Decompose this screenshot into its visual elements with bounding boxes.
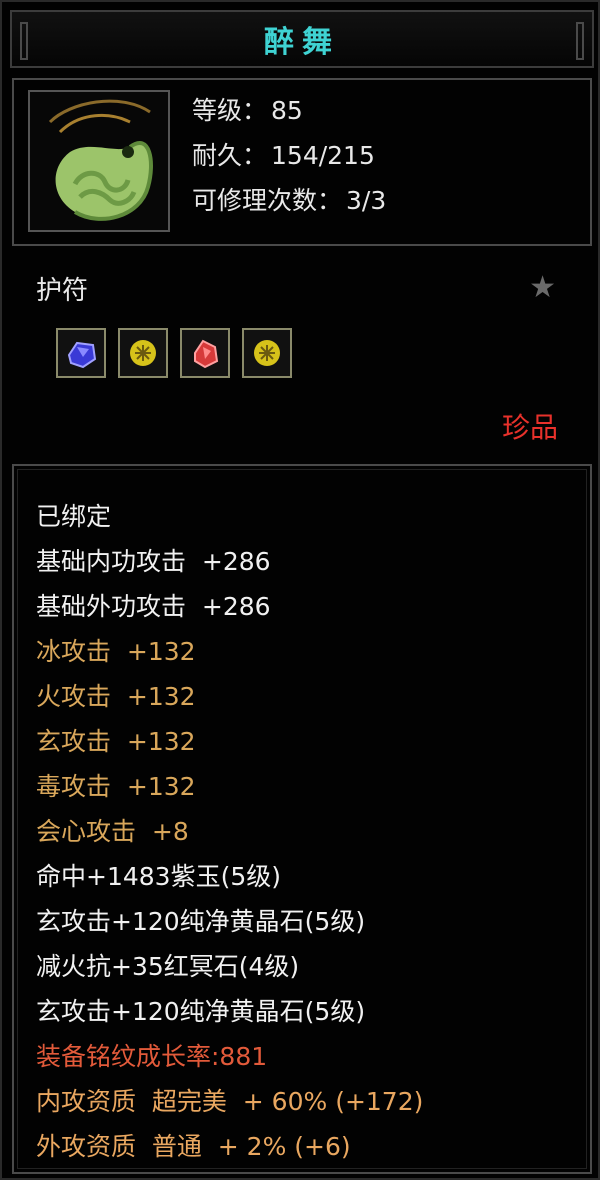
- yellow-gem-icon[interactable]: [118, 328, 168, 378]
- attribute-line: 内攻资质 超完美 + 60% (+172): [36, 1087, 424, 1116]
- item-name: 醉舞: [264, 25, 340, 60]
- attribute-line: 减火抗+35红冥石(4级): [36, 952, 300, 981]
- attribute-line: 冰攻击 +132: [36, 637, 196, 666]
- red-gem-icon[interactable]: [180, 328, 230, 378]
- title-bar: 醉舞: [10, 10, 594, 68]
- star-icon[interactable]: ★: [529, 270, 556, 305]
- gem-sockets: [56, 328, 292, 378]
- attribute-list: 已绑定基础内功攻击 +286 基础外功攻击 +286 冰攻击 +132 火攻击 +13…: [36, 494, 423, 1169]
- attribute-line: 玄攻击+120纯净黄晶石(5级): [36, 997, 366, 1026]
- durability-value: 154/215: [271, 141, 375, 170]
- attribute-line: 会心攻击 +8: [36, 817, 189, 846]
- title-ornament-right: [576, 22, 584, 60]
- durability-label: 耐久：: [192, 141, 268, 170]
- repair-count-row: 可修理次数： 3/3: [192, 178, 386, 223]
- yellow-gem-icon[interactable]: [242, 328, 292, 378]
- attribute-line: 外攻资质 普通 + 2% (+6): [36, 1132, 351, 1161]
- rarity-label: 珍品: [501, 411, 558, 444]
- durability-row: 耐久： 154/215: [192, 133, 386, 178]
- item-info-panel: 等级： 85 耐久： 154/215 可修理次数： 3/3: [12, 78, 592, 246]
- attribute-line: 玄攻击+120纯净黄晶石(5级): [36, 907, 366, 936]
- repair-count-label: 可修理次数：: [192, 186, 343, 215]
- jade-amulet-icon: [28, 90, 170, 232]
- attribute-line: 毒攻击 +132: [36, 772, 196, 801]
- attributes-panel: 已绑定基础内功攻击 +286 基础外功攻击 +286 冰攻击 +132 火攻击 +13…: [12, 464, 592, 1174]
- item-tooltip: 醉舞 等级： 85 耐久： 154/215 可修理次数： 3/3 护符 ★ 珍品…: [0, 0, 600, 1180]
- attribute-line: 装备铭纹成长率:881: [36, 1042, 268, 1071]
- level-value: 85: [271, 96, 303, 125]
- item-type-section: 护符 ★ 珍品: [12, 248, 592, 460]
- level-label: 等级：: [192, 96, 268, 125]
- item-stats: 等级： 85 耐久： 154/215 可修理次数： 3/3: [192, 88, 386, 223]
- attribute-line: 基础内功攻击 +286: [36, 547, 271, 576]
- blue-gem-icon[interactable]: [56, 328, 106, 378]
- attribute-line: 玄攻击 +132: [36, 727, 196, 756]
- attribute-line: 已绑定: [36, 502, 112, 531]
- repair-count-value: 3/3: [346, 186, 387, 215]
- attribute-line: 基础外功攻击 +286: [36, 592, 271, 621]
- item-category: 护符: [36, 276, 89, 306]
- attribute-line: 火攻击 +132: [36, 682, 196, 711]
- level-row: 等级： 85: [192, 88, 386, 133]
- title-ornament-left: [20, 22, 28, 60]
- attribute-line: 命中+1483紫玉(5级): [36, 862, 281, 891]
